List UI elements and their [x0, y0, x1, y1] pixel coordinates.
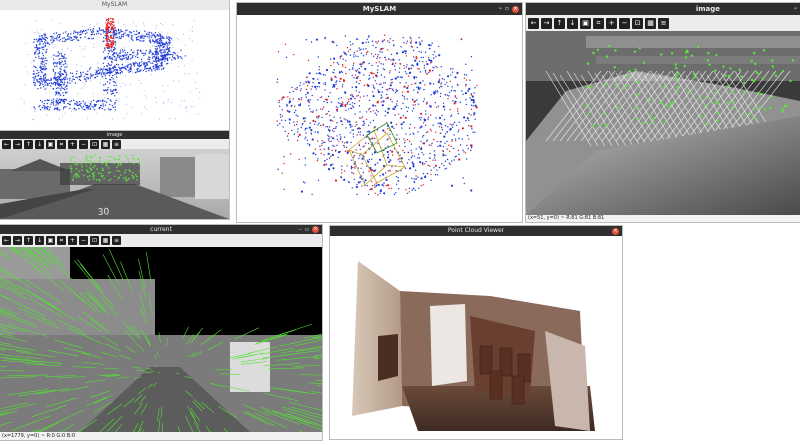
window-title: current: [150, 226, 172, 233]
window-myslam-3d: MySLAM – ▫ ×: [237, 3, 522, 222]
dense-cloud-canvas[interactable]: [330, 236, 622, 439]
close-icon[interactable]: ×: [612, 227, 619, 235]
arrow-left-icon[interactable]: ←: [2, 236, 11, 245]
arrow-right-icon[interactable]: →: [541, 17, 552, 29]
window-title: image: [106, 132, 123, 138]
image-toolbar: ← → ↑ ↓ ▣ ⌗ + − ⊡ ▦ ≡: [0, 139, 229, 149]
window-myslam-topdown: MySLAM: [0, 0, 229, 131]
road-marking-text: 30: [98, 207, 110, 218]
arrow-right-icon[interactable]: →: [13, 236, 22, 245]
properties-icon[interactable]: ≡: [112, 236, 121, 245]
optical-flow-view: [0, 247, 322, 432]
crop-icon[interactable]: ⌗: [57, 139, 66, 149]
arrow-down-icon[interactable]: ↓: [35, 139, 44, 149]
crop-icon[interactable]: ⌗: [57, 236, 66, 245]
maximize-icon[interactable]: ▫: [305, 226, 309, 233]
arrow-right-icon[interactable]: →: [13, 139, 22, 149]
window-title: Point Cloud Viewer: [447, 227, 505, 234]
status-bar: (x=51, y=0) ~ R:81 G:81 B:81: [526, 215, 800, 222]
zoom-out-icon[interactable]: −: [79, 236, 88, 245]
window-titlebar[interactable]: Point Cloud Viewer ×: [330, 226, 622, 236]
window-titlebar[interactable]: image –: [526, 3, 800, 15]
crop-icon[interactable]: ⌗: [593, 17, 604, 29]
window-image-road: image ← → ↑ ↓ ▣ ⌗ + − ⊡ ▦ ≡ 30: [0, 131, 229, 219]
image-toolbar: ← → ↑ ↓ ▣ ⌗ + − ⊡ ▦ ≡: [0, 234, 322, 247]
save-icon[interactable]: ▣: [46, 236, 55, 245]
minimize-icon[interactable]: –: [299, 226, 302, 233]
arrow-up-icon[interactable]: ↑: [554, 17, 565, 29]
maximize-icon[interactable]: ▫: [505, 6, 509, 12]
window-point-cloud-viewer: Point Cloud Viewer ×: [330, 226, 622, 439]
zoom-out-icon[interactable]: −: [79, 139, 88, 149]
flow-image[interactable]: [0, 247, 322, 432]
zoom-fit-icon[interactable]: ⊡: [632, 17, 643, 29]
image-icon[interactable]: ▦: [101, 139, 110, 149]
window-titlebar[interactable]: image: [0, 131, 229, 139]
window-title: MySLAM: [362, 5, 397, 13]
close-icon[interactable]: ×: [312, 226, 319, 233]
zoom-fit-icon[interactable]: ⊡: [90, 139, 99, 149]
properties-icon[interactable]: ≡: [658, 17, 669, 29]
window-controls: –: [794, 3, 797, 15]
zoom-in-icon[interactable]: +: [68, 139, 77, 149]
save-icon[interactable]: ▣: [46, 139, 55, 149]
arrow-down-icon[interactable]: ↓: [35, 236, 44, 245]
image-toolbar: ← → ↑ ↓ ▣ ⌗ + − ⊡ ▦ ≡: [526, 15, 800, 31]
window-titlebar[interactable]: MySLAM – ▫ ×: [237, 3, 522, 15]
dense-room-view: [352, 261, 595, 431]
window-title: MySLAM: [101, 1, 128, 8]
slam-3d-view: [276, 34, 478, 196]
road-scene: 30: [0, 149, 229, 219]
window-image-keypoints: image – ← → ↑ ↓ ▣ ⌗ + − ⊡ ▦ ≡ (x=51, y=0) ~ R:81 G…: [526, 3, 800, 222]
window-current: current – ▫ × ← → ↑ ↓ ▣ ⌗ + − ⊡ ▦ ≡ (x=1779, y=0) …: [0, 225, 322, 440]
minimize-icon[interactable]: –: [794, 6, 797, 12]
keypoint-image[interactable]: [526, 31, 800, 215]
window-controls: – ▫ ×: [499, 3, 519, 15]
arrow-up-icon[interactable]: ↑: [24, 236, 33, 245]
arrow-down-icon[interactable]: ↓: [567, 17, 578, 29]
status-bar: (x=1779, y=0) ~ R:0 G:0 B:0: [0, 432, 322, 440]
zoom-in-icon[interactable]: +: [68, 236, 77, 245]
window-controls: ×: [612, 226, 619, 236]
minimize-icon[interactable]: –: [499, 6, 502, 12]
keypoint-scene: [526, 31, 800, 215]
map-canvas[interactable]: [0, 10, 229, 131]
arrow-left-icon[interactable]: ←: [528, 17, 539, 29]
window-controls: – ▫ ×: [299, 225, 319, 234]
pointcloud-canvas[interactable]: [237, 15, 522, 222]
window-titlebar[interactable]: MySLAM: [0, 0, 229, 10]
close-icon[interactable]: ×: [512, 5, 519, 13]
zoom-out-icon[interactable]: −: [619, 17, 630, 29]
trajectory-map: [20, 17, 201, 121]
save-icon[interactable]: ▣: [580, 17, 591, 29]
arrow-up-icon[interactable]: ↑: [24, 139, 33, 149]
road-image[interactable]: 30: [0, 149, 229, 219]
window-title: image: [695, 5, 720, 13]
window-titlebar[interactable]: current – ▫ ×: [0, 225, 322, 234]
zoom-fit-icon[interactable]: ⊡: [90, 236, 99, 245]
image-icon[interactable]: ▦: [645, 17, 656, 29]
image-icon[interactable]: ▦: [101, 236, 110, 245]
properties-icon[interactable]: ≡: [112, 139, 121, 149]
arrow-left-icon[interactable]: ←: [2, 139, 11, 149]
zoom-in-icon[interactable]: +: [606, 17, 617, 29]
